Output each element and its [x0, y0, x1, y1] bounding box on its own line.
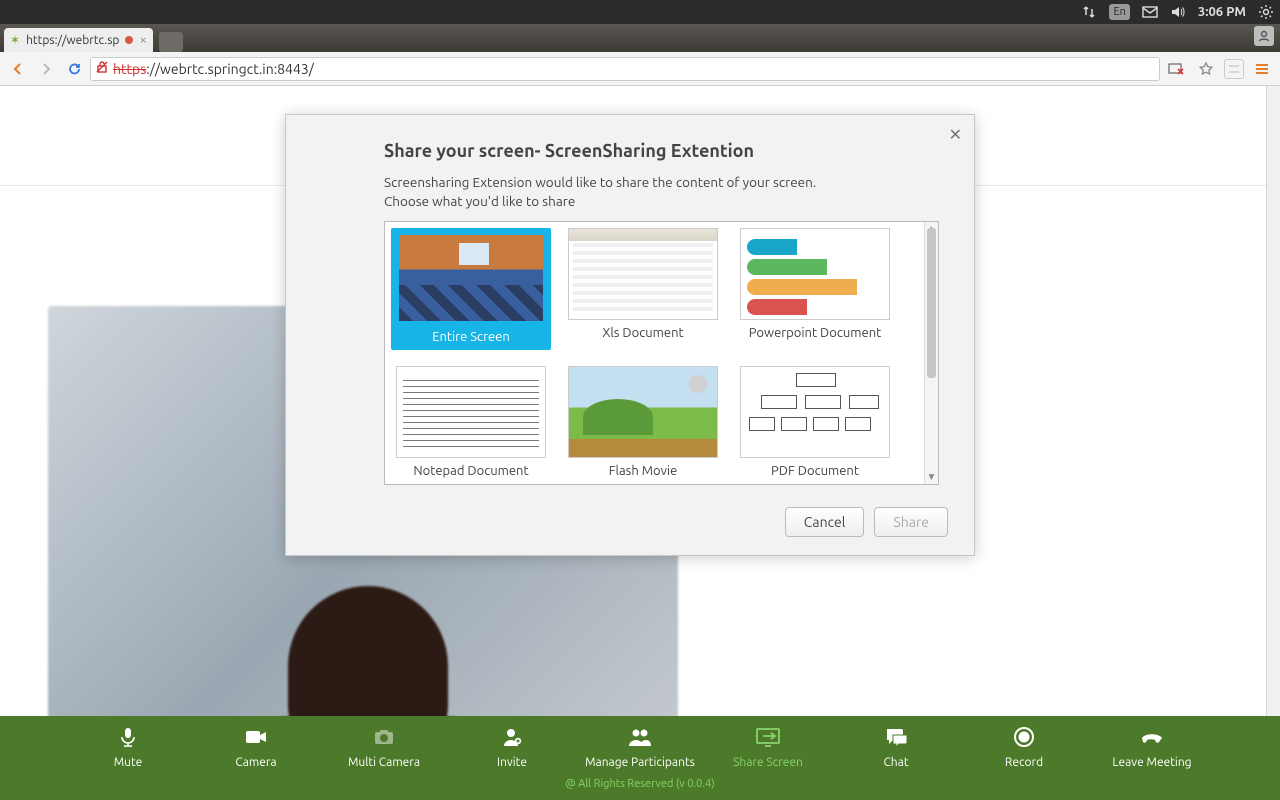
toolbar-label: Record: [960, 756, 1088, 769]
share-button[interactable]: Share: [874, 507, 948, 537]
new-tab-button[interactable]: [159, 32, 183, 52]
share-option-thumbnail: [396, 232, 546, 324]
browser-toolbar: https ://webrtc.springct.in:8443/: [0, 52, 1280, 86]
share-option-thumbnail: [396, 366, 546, 458]
user-menu-icon[interactable]: [1254, 26, 1274, 46]
share-option[interactable]: Flash Movie: [563, 366, 723, 478]
blocked-popup-icon[interactable]: [1164, 57, 1188, 81]
panel-scrollbar[interactable]: ▲ ▼: [924, 222, 938, 484]
chat-icon: [832, 724, 960, 750]
url-rest: ://webrtc.springct.in:8443/: [146, 61, 314, 77]
toolbar-multicam[interactable]: Multi Camera: [320, 724, 448, 769]
share-option[interactable]: PDF Document: [735, 366, 895, 478]
meeting-toolbar: MuteCameraMulti CameraInviteManage Parti…: [0, 716, 1280, 800]
toolbar-chat[interactable]: Chat: [832, 724, 960, 769]
back-button[interactable]: [6, 57, 30, 81]
share-option[interactable]: Xls Document: [563, 228, 723, 350]
settings-gear-icon[interactable]: [1258, 4, 1274, 20]
reload-button[interactable]: [62, 57, 86, 81]
leave-icon: [1088, 724, 1216, 750]
share-option-thumbnail: [568, 366, 718, 458]
share-option-label: Powerpoint Document: [735, 326, 895, 340]
toolbar-record[interactable]: Record: [960, 724, 1088, 769]
share-option-label: Xls Document: [563, 326, 723, 340]
toolbar-label: Invite: [448, 756, 576, 769]
toolbar-label: Chat: [832, 756, 960, 769]
tab-close-icon[interactable]: ×: [139, 33, 146, 47]
os-menu-bar: En 3:06 PM: [0, 0, 1280, 24]
share-option-label: Flash Movie: [563, 464, 723, 478]
volume-icon[interactable]: [1170, 4, 1186, 20]
mic-icon: [64, 724, 192, 750]
toolbar-label: Camera: [192, 756, 320, 769]
forward-button[interactable]: [34, 57, 58, 81]
url-protocol: https: [113, 61, 146, 77]
toolbar-label: Multi Camera: [320, 756, 448, 769]
share-option[interactable]: Entire Screen: [391, 228, 551, 350]
invite-icon: [448, 724, 576, 750]
cancel-button[interactable]: Cancel: [785, 507, 865, 537]
toolbar-label: Manage Participants: [576, 756, 704, 769]
toolbar-mic[interactable]: Mute: [64, 724, 192, 769]
chrome-menu-icon[interactable]: [1250, 57, 1274, 81]
share-option-thumbnail: [740, 228, 890, 320]
share-options-panel: Entire Screen Xls Document Powerpoint Docu…: [384, 221, 939, 485]
share-option-thumbnail: [568, 228, 718, 320]
share-option-label: Notepad Document: [391, 464, 551, 478]
toolbar-participants[interactable]: Manage Participants: [576, 724, 704, 769]
tab-title: https://webrtc.sp: [26, 34, 119, 47]
copyright: @ All Rights Reserved (v 0.0.4): [0, 778, 1280, 790]
recording-indicator-icon: [125, 36, 133, 44]
panel-toggle-icon[interactable]: [1224, 59, 1244, 79]
dialog-close-icon[interactable]: ✕: [949, 125, 962, 144]
record-icon: [960, 724, 1088, 750]
share-option-label: PDF Document: [735, 464, 895, 478]
dialog-description: Screensharing Extension would like to sh…: [384, 173, 948, 211]
site-favicon-icon: ✶: [10, 33, 20, 47]
participants-icon: [576, 724, 704, 750]
camera-icon: [192, 724, 320, 750]
toolbar-label: Mute: [64, 756, 192, 769]
keyboard-lang-indicator[interactable]: En: [1109, 4, 1129, 20]
address-bar[interactable]: https ://webrtc.springct.in:8443/: [90, 57, 1160, 81]
browser-tab[interactable]: ✶ https://webrtc.sp ×: [4, 28, 153, 52]
share-option-label: Entire Screen: [391, 330, 551, 350]
toolbar-leave[interactable]: Leave Meeting: [1088, 724, 1216, 769]
toolbar-invite[interactable]: Invite: [448, 724, 576, 769]
toolbar-share[interactable]: Share Screen: [704, 724, 832, 769]
share-icon: [704, 724, 832, 750]
multicam-icon: [320, 724, 448, 750]
page-scrollbar[interactable]: [1266, 86, 1280, 716]
bookmark-star-icon[interactable]: [1194, 57, 1218, 81]
tab-strip: ✶ https://webrtc.sp ×: [0, 24, 1280, 52]
toolbar-label: Share Screen: [704, 756, 832, 769]
clock[interactable]: 3:06 PM: [1198, 5, 1246, 19]
insecure-lock-icon: [95, 60, 109, 78]
network-updown-icon[interactable]: [1081, 4, 1097, 20]
toolbar-camera[interactable]: Camera: [192, 724, 320, 769]
share-option[interactable]: Notepad Document: [391, 366, 551, 478]
dialog-title: Share your screen- ScreenSharing Extenti…: [384, 141, 948, 161]
mail-icon[interactable]: [1142, 4, 1158, 20]
share-screen-dialog: ✕ Share your screen- ScreenSharing Exten…: [285, 114, 975, 556]
share-option-thumbnail: [740, 366, 890, 458]
toolbar-label: Leave Meeting: [1088, 756, 1216, 769]
share-option[interactable]: Powerpoint Document: [735, 228, 895, 350]
